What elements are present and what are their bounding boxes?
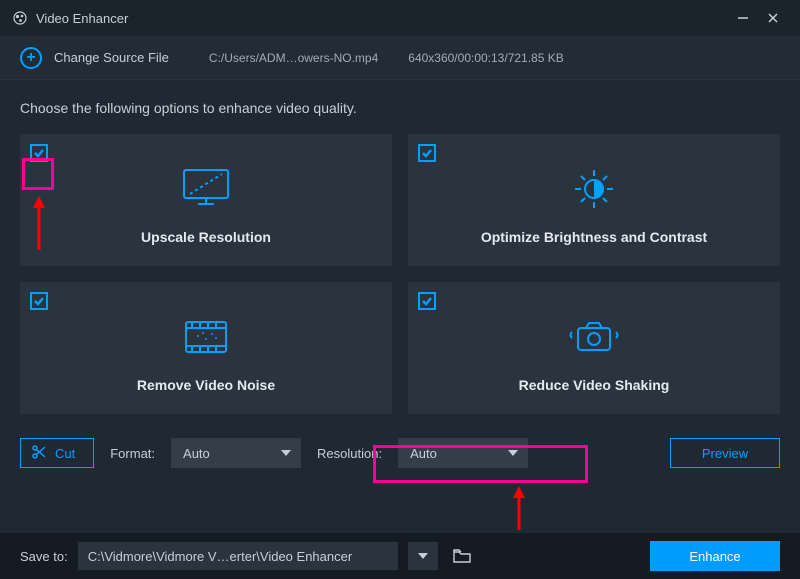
titlebar: Video Enhancer [0, 0, 800, 36]
card-brightness-contrast[interactable]: Optimize Brightness and Contrast [408, 134, 780, 266]
source-bar: + Change Source File C:/Users/ADM…owers-… [0, 36, 800, 80]
change-source-link[interactable]: Change Source File [54, 50, 169, 65]
checkbox-upscale[interactable] [30, 144, 48, 162]
enhance-options-grid: Upscale Resolution Optimize Brightness a… [0, 124, 800, 414]
chevron-down-icon [418, 553, 428, 559]
brightness-icon [559, 161, 629, 217]
film-noise-icon [171, 309, 241, 365]
app-icon [12, 10, 28, 26]
preview-label: Preview [702, 446, 748, 461]
scissors-icon [31, 444, 47, 463]
format-value: Auto [183, 446, 210, 461]
resolution-value: Auto [410, 446, 437, 461]
preview-button[interactable]: Preview [670, 438, 780, 468]
window-title: Video Enhancer [36, 11, 128, 26]
save-path-text: C:\Vidmore\Vidmore V…erter\Video Enhance… [88, 549, 352, 564]
source-meta: 640x360/00:00:13/721.85 KB [408, 51, 563, 65]
card-label: Optimize Brightness and Contrast [481, 229, 707, 245]
save-to-label: Save to: [20, 549, 68, 564]
checkbox-noise[interactable] [30, 292, 48, 310]
controls-row: Cut Format: Auto Resolution: Auto Previe… [0, 414, 800, 468]
source-path: C:/Users/ADM…owers-NO.mp4 [209, 51, 378, 65]
add-source-icon[interactable]: + [20, 47, 42, 69]
enhance-button[interactable]: Enhance [650, 541, 780, 571]
card-label: Remove Video Noise [137, 377, 275, 393]
card-remove-noise[interactable]: Remove Video Noise [20, 282, 392, 414]
minimize-button[interactable] [728, 3, 758, 33]
resolution-dropdown[interactable]: Auto [398, 438, 528, 468]
cut-button[interactable]: Cut [20, 438, 94, 468]
monitor-icon [171, 161, 241, 217]
save-path-field[interactable]: C:\Vidmore\Vidmore V…erter\Video Enhance… [78, 542, 398, 570]
save-path-dropdown[interactable] [408, 542, 438, 570]
close-button[interactable] [758, 3, 788, 33]
camera-shake-icon [559, 309, 629, 365]
card-reduce-shaking[interactable]: Reduce Video Shaking [408, 282, 780, 414]
instruction-text: Choose the following options to enhance … [0, 80, 800, 124]
resolution-label: Resolution: [317, 446, 382, 461]
checkbox-brightness[interactable] [418, 144, 436, 162]
cut-label: Cut [55, 446, 75, 461]
annotation-arrow-resolution [512, 486, 526, 535]
chevron-down-icon [281, 450, 291, 456]
card-label: Reduce Video Shaking [519, 377, 670, 393]
enhance-label: Enhance [689, 549, 740, 564]
format-label: Format: [110, 446, 155, 461]
card-upscale-resolution[interactable]: Upscale Resolution [20, 134, 392, 266]
format-dropdown[interactable]: Auto [171, 438, 301, 468]
bottom-bar: Save to: C:\Vidmore\Vidmore V…erter\Vide… [0, 533, 800, 579]
checkbox-shaking[interactable] [418, 292, 436, 310]
browse-folder-button[interactable] [448, 542, 476, 570]
chevron-down-icon [508, 450, 518, 456]
card-label: Upscale Resolution [141, 229, 271, 245]
